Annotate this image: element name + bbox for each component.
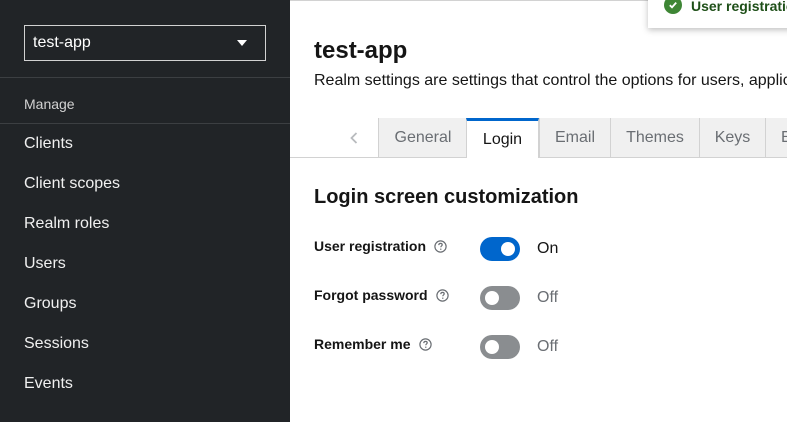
tab-email-overflow[interactable]: E — [765, 118, 787, 157]
tab-themes[interactable]: Themes — [610, 118, 699, 157]
sidebar-divider — [0, 77, 290, 78]
sidebar-item-realm-roles[interactable]: Realm roles — [0, 204, 290, 244]
help-icon[interactable] — [435, 288, 449, 302]
tab-bar: General Login Email Themes Keys E — [290, 118, 787, 158]
remember-me-switch[interactable] — [480, 335, 520, 359]
forgot-password-switch[interactable] — [480, 286, 520, 310]
remember-me-state: Off — [537, 338, 559, 355]
switch-knob — [501, 242, 515, 256]
caret-down-icon — [237, 40, 247, 46]
user-registration-state: On — [537, 240, 559, 257]
field-label-remember-me: Remember me — [314, 336, 432, 352]
sidebar-item-groups[interactable]: Groups — [0, 284, 290, 324]
nav-group-title-manage: Manage — [24, 96, 75, 112]
tab-general[interactable]: General — [378, 118, 467, 157]
sidebar-item-events[interactable]: Events — [0, 364, 290, 404]
sidebar-item-sessions[interactable]: Sessions — [0, 324, 290, 364]
field-label-text: User registration — [314, 238, 427, 254]
tab-login[interactable]: Login — [466, 118, 539, 158]
field-label-forgot-password: Forgot password — [314, 287, 449, 303]
success-toast: User registration — [648, 0, 787, 28]
help-icon[interactable] — [434, 239, 447, 253]
toast-message: User registration — [691, 0, 787, 14]
sidebar-item-clients[interactable]: Clients — [0, 124, 290, 164]
page-title: test-app — [314, 37, 408, 64]
realm-selector[interactable]: test-app — [24, 25, 266, 61]
chevron-left-icon — [350, 131, 358, 144]
sidebar-item-users[interactable]: Users — [0, 244, 290, 284]
tab-email[interactable]: Email — [539, 118, 610, 157]
check-circle-icon — [664, 0, 682, 14]
page-description: Realm settings are settings that control… — [314, 72, 787, 89]
field-label-user-registration: User registration — [314, 238, 447, 254]
tab-scroll-left-button[interactable] — [330, 118, 378, 157]
user-registration-switch[interactable] — [480, 237, 520, 261]
main-content: test-app Realm settings are settings tha… — [290, 0, 787, 422]
switch-knob — [485, 340, 499, 354]
switch-knob — [485, 291, 499, 305]
tab-keys[interactable]: Keys — [699, 118, 765, 157]
field-label-text: Forgot password — [314, 287, 428, 303]
forgot-password-state: Off — [537, 289, 559, 306]
nav-list: Clients Client scopes Realm roles Users … — [0, 124, 290, 404]
sidebar: test-app Manage Clients Client scopes Re… — [0, 0, 290, 422]
help-icon[interactable] — [418, 337, 432, 351]
section-title: Login screen customization — [314, 186, 579, 208]
sidebar-item-client-scopes[interactable]: Client scopes — [0, 164, 290, 204]
field-label-text: Remember me — [314, 336, 411, 352]
realm-selector-value: test-app — [33, 34, 91, 51]
